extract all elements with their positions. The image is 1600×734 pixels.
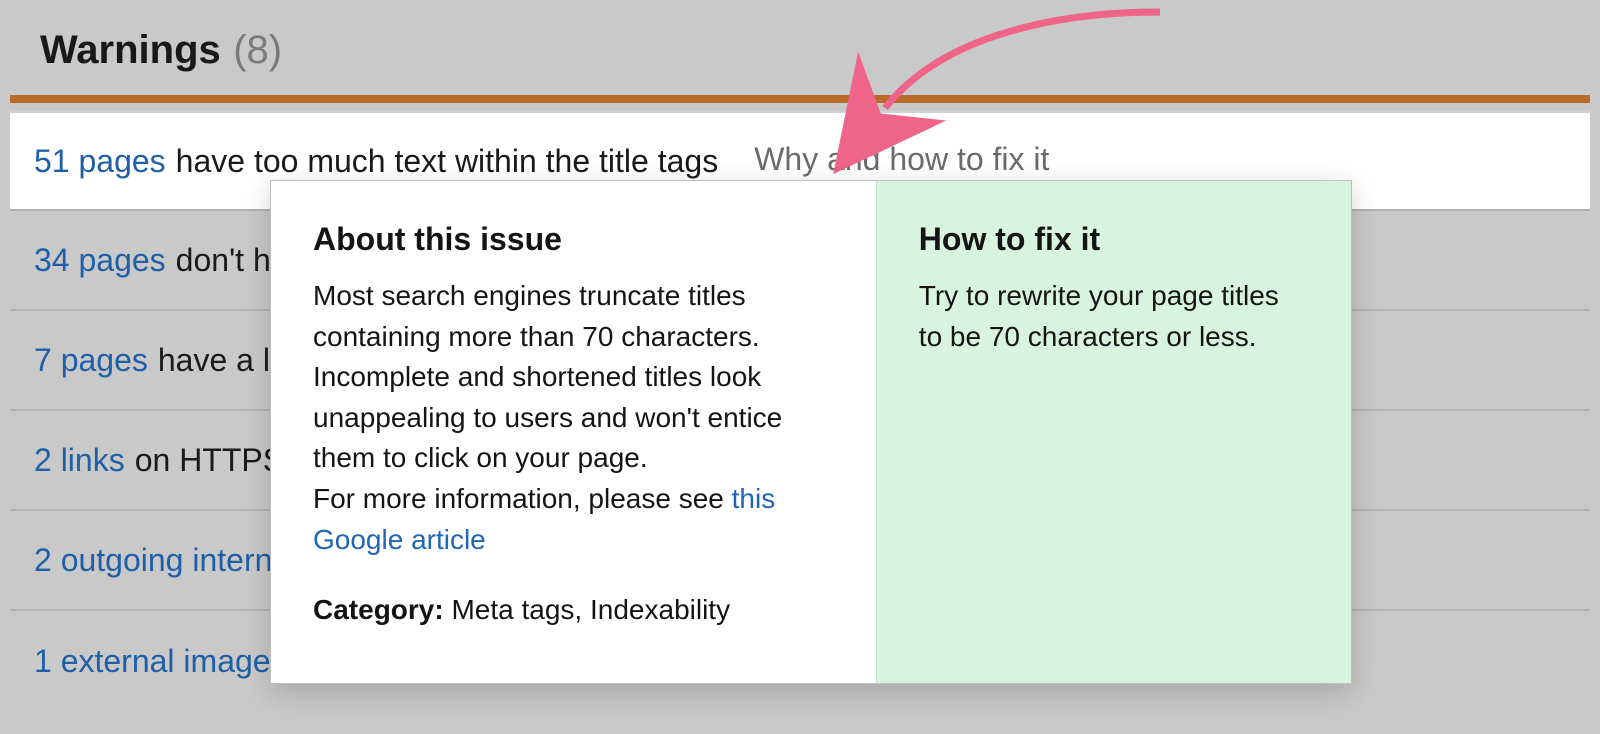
issue-text: have a lo xyxy=(158,342,288,379)
issue-text: have too much text within the title tags xyxy=(176,143,719,180)
popover-fix: How to fix it Try to rewrite your page t… xyxy=(876,181,1351,683)
warnings-count: (8) xyxy=(233,28,282,72)
about-category: Category: Meta tags, Indexability xyxy=(313,590,834,631)
issue-count-link[interactable]: 7 pages xyxy=(34,342,148,379)
why-and-how-link[interactable]: Why and how to fix it xyxy=(754,141,1049,182)
warnings-header: Warnings (8) xyxy=(0,0,1600,89)
category-label: Category: xyxy=(313,594,444,625)
issue-text: don't h xyxy=(176,242,271,279)
about-more-prefix: For more information, please see xyxy=(313,483,732,514)
category-value: Meta tags, Indexability xyxy=(451,594,730,625)
warnings-accent-bar xyxy=(10,95,1590,103)
issue-text: on HTTPS xyxy=(135,442,284,479)
popover-about: About this issue Most search engines tru… xyxy=(271,181,876,683)
warnings-title: Warnings xyxy=(40,28,221,72)
issue-count-link[interactable]: 1 external image xyxy=(34,643,271,680)
about-title: About this issue xyxy=(313,221,834,258)
fix-title: How to fix it xyxy=(919,221,1309,258)
about-body: Most search engines truncate titles cont… xyxy=(313,276,834,479)
issue-details-popover: About this issue Most search engines tru… xyxy=(270,180,1352,684)
warnings-panel: Warnings (8) 51 pages have too much text… xyxy=(0,0,1600,734)
issue-count-link[interactable]: 2 outgoing intern xyxy=(34,542,272,579)
about-body-more: For more information, please see this Go… xyxy=(313,479,834,560)
issue-count-link[interactable]: 34 pages xyxy=(34,242,166,279)
issue-count-link[interactable]: 2 links xyxy=(34,442,125,479)
fix-body: Try to rewrite your page titles to be 70… xyxy=(919,276,1309,357)
issue-count-link[interactable]: 51 pages xyxy=(34,143,166,180)
